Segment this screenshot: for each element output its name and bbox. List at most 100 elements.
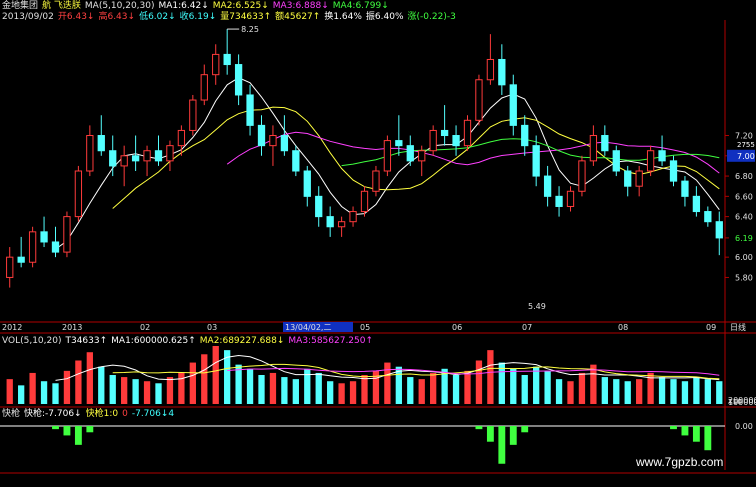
volume-bar xyxy=(510,368,517,404)
volume-bar xyxy=(132,379,139,404)
volume-bar xyxy=(555,379,563,404)
candle-down xyxy=(406,145,414,162)
candle-down xyxy=(246,94,254,126)
candle-down xyxy=(509,84,517,126)
candle-up xyxy=(349,211,357,223)
candle-up xyxy=(200,74,208,101)
candle-up xyxy=(360,190,369,213)
volume-bar xyxy=(155,383,162,404)
x-axis-label: 02 xyxy=(140,323,150,332)
volume-bar xyxy=(40,381,48,404)
volume-bar xyxy=(315,372,322,404)
x-axis-label: 05 xyxy=(360,323,370,332)
volume-bar xyxy=(384,362,391,404)
candle-up xyxy=(486,58,495,81)
candle-down xyxy=(315,195,323,218)
candle-down xyxy=(669,160,678,182)
candle-up xyxy=(383,140,392,172)
candle-up xyxy=(429,129,437,152)
volume-bar xyxy=(578,372,586,404)
candle-up xyxy=(337,221,346,228)
volume-bar xyxy=(407,377,414,404)
x-axis-label: 2013 xyxy=(62,323,82,332)
price-tick-label: 5.80 xyxy=(735,273,753,282)
x-axis-label: 06 xyxy=(452,323,462,332)
stock-chart-window: 金地集团航 飞迭朕 MA(5,10,20,30) MA1:6.42↓ MA2:6.52… xyxy=(0,0,756,487)
candle-down xyxy=(109,150,117,167)
price-box-small-label: 2755 xyxy=(737,141,755,149)
x-axis-label: 03 xyxy=(207,323,217,332)
candle-up xyxy=(372,170,380,192)
candle-down xyxy=(681,180,689,197)
candle-up xyxy=(28,231,37,263)
candle-down xyxy=(223,53,231,66)
candle-up xyxy=(589,135,598,162)
volume-bar xyxy=(361,375,368,404)
volume-bar xyxy=(63,370,71,404)
x-axis-label: 09 xyxy=(706,323,716,332)
current-price-box-label: 7.00 xyxy=(737,152,755,161)
low-annotation: 5.49 xyxy=(528,302,546,311)
volume-bar xyxy=(624,381,631,404)
volume-bar xyxy=(487,350,494,404)
candle-down xyxy=(658,150,666,162)
candle-down xyxy=(555,195,563,207)
candle-down xyxy=(395,140,403,147)
x-axis-label: 13/04/02,二 xyxy=(285,323,331,332)
volume-bar xyxy=(212,346,219,404)
volume-bar xyxy=(464,370,471,404)
volume-bar xyxy=(349,381,357,404)
price-tick-label: 6.80 xyxy=(735,172,753,181)
volume-bar xyxy=(18,385,25,404)
price-tick-label: 7.20 xyxy=(735,132,753,141)
volume-bar xyxy=(6,379,13,404)
price-tick-label: 6.40 xyxy=(735,213,753,222)
volume-bar xyxy=(475,360,483,404)
volume-bar xyxy=(75,360,82,404)
price-tick-label: 6.19 xyxy=(735,234,753,243)
candle-down xyxy=(624,170,632,187)
volume-bar xyxy=(246,368,254,404)
volume-bar xyxy=(601,377,608,404)
candle-down xyxy=(452,135,460,147)
candle-up xyxy=(646,150,655,172)
volume-bar xyxy=(567,381,574,404)
candle-up xyxy=(189,99,197,131)
candle-down xyxy=(97,135,105,152)
volume-bar xyxy=(693,377,700,404)
x-axis-label: 08 xyxy=(618,323,628,332)
candle-up xyxy=(212,53,220,76)
candle-down xyxy=(303,170,311,197)
candle-down xyxy=(704,211,712,223)
candle-down xyxy=(601,135,609,152)
volume-bar xyxy=(704,379,711,404)
volume-bar xyxy=(544,370,551,404)
volume-bar xyxy=(189,362,196,404)
candle-down xyxy=(154,150,163,162)
candlestick-chart[interactable]: 7.207.006.806.606.406.196.005.807.002755… xyxy=(0,0,756,487)
candle-down xyxy=(280,135,289,152)
volume-bar xyxy=(258,375,265,404)
candle-up xyxy=(269,135,277,147)
volume-bar xyxy=(235,364,242,404)
candle-up xyxy=(463,119,472,147)
candle-down xyxy=(612,150,620,172)
volume-bar xyxy=(521,375,528,404)
candle-down xyxy=(692,195,701,213)
candle-up xyxy=(63,216,71,253)
volume-bar xyxy=(681,381,689,404)
watermark: www.7gpzb.com xyxy=(636,455,724,469)
x-axis-period-label: 日线 xyxy=(730,322,746,332)
volume-bar xyxy=(86,352,93,404)
volume-bar xyxy=(327,381,334,404)
volume-bar xyxy=(143,381,151,404)
x-axis-label: 2012 xyxy=(2,323,22,332)
volume-bar xyxy=(418,379,425,404)
candle-up xyxy=(6,256,14,278)
candle-up xyxy=(635,170,643,187)
price-tick-label: 6.00 xyxy=(735,253,753,262)
candle-down xyxy=(131,155,140,162)
volume-bar xyxy=(338,383,345,404)
volume-unit-label: X10 xyxy=(728,398,742,406)
candle-down xyxy=(257,124,266,147)
